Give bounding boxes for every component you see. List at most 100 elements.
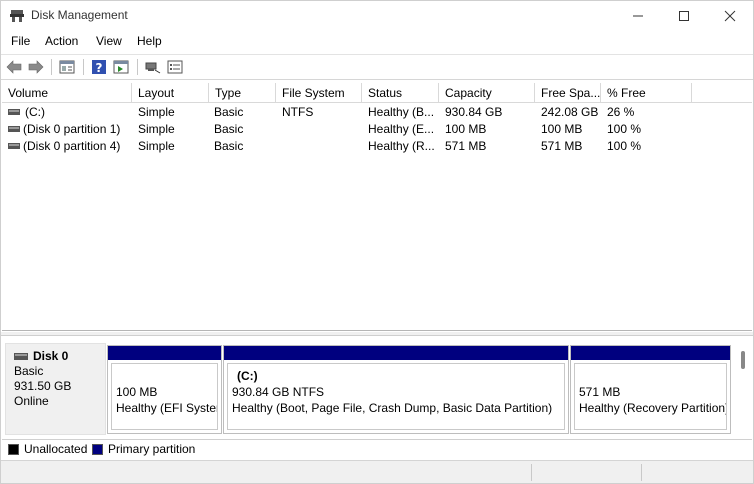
column-file-system[interactable]: File System [276,83,362,103]
cell-type: Basic [214,122,244,136]
partition-status: Healthy (Boot, Page File, Crash Dump, Ba… [232,401,553,415]
partition-efi[interactable]: 100 MB Healthy (EFI System Partition) [107,345,222,434]
close-button[interactable] [707,1,753,31]
table-row[interactable]: (C:) Simple Basic NTFS Healthy (B... 930… [2,104,752,121]
console-tree-button[interactable] [111,58,131,76]
title-bar: Disk Management [1,1,753,31]
disk-0-label[interactable]: Disk 0 Basic 931.50 GB Online [5,343,106,435]
help-icon: ? [92,60,106,75]
disk-name: Disk 0 [33,349,69,363]
properties-icon [59,60,75,74]
cell-percent-free: 100 % [607,139,642,153]
cell-layout: Simple [138,105,175,119]
maximize-icon [679,11,689,21]
menu-view[interactable]: View [94,34,124,48]
legend-unallocated: Unallocated [8,442,87,456]
cell-type: Basic [214,105,244,119]
column-capacity[interactable]: Capacity [439,83,535,103]
disk-management-app-icon [10,10,24,22]
cell-volume: (Disk 0 partition 1) [23,122,121,136]
cell-percent-free: 26 % [607,105,635,119]
graph-scrollbar[interactable] [737,347,749,435]
disk-management-window: Disk Management File Action View Help ? [0,0,754,484]
cell-free-space: 242.08 GB [541,105,599,119]
pane-splitter[interactable] [1,332,753,336]
primary-swatch [92,443,103,455]
column-status[interactable]: Status [362,83,439,103]
forward-arrow-icon [28,60,44,74]
primary-partition-bar [571,346,730,360]
legend-unallocated-label: Unallocated [24,442,88,456]
column-free-space[interactable]: Free Spa... [535,83,601,103]
cell-type: Basic [214,139,244,153]
column-layout[interactable]: Layout [132,83,209,103]
minimize-icon [633,15,643,17]
primary-partition-bar [224,346,568,360]
status-separator [531,464,532,481]
table-row[interactable]: (Disk 0 partition 1) Simple Basic Health… [2,121,752,138]
table-row[interactable]: (Disk 0 partition 4) Simple Basic Health… [2,138,752,155]
partition-details: (C:) 930.84 GB NTFS Healthy (Boot, Page … [227,363,565,430]
cell-percent-free: 100 % [607,122,642,136]
svg-text:?: ? [96,61,103,75]
cell-status: Healthy (B... [368,105,435,119]
partition-details: 100 MB Healthy (EFI System Partition) [111,363,218,430]
toolbar-separator [83,59,84,75]
maximize-button[interactable] [661,1,707,31]
help-button[interactable]: ? [89,58,109,76]
cell-capacity: 930.84 GB [445,105,503,119]
volume-icon [8,126,20,132]
rescan-icon [145,62,161,74]
cell-free-space: 571 MB [541,139,583,153]
volume-list: Volume Layout Type File System Status Ca… [2,83,752,331]
toolbar: ? [1,54,753,80]
disk-icon [14,353,28,360]
rescan-button[interactable] [143,58,163,76]
primary-partition-bar [108,346,221,360]
column-percent-free[interactable]: % Free [601,83,692,103]
console-tree-icon [113,60,129,74]
partition-details: 571 MB Healthy (Recovery Partition) [574,363,727,430]
cell-free-space: 100 MB [541,122,583,136]
cell-file-system [282,121,360,138]
column-volume[interactable]: Volume [2,83,132,103]
status-bar [1,460,753,483]
cell-status: Healthy (R... [368,139,435,153]
partition-size: 100 MB [116,385,158,399]
settings-list-button[interactable] [165,58,185,76]
minimize-button[interactable] [615,1,661,31]
disk-type: Basic [14,364,44,378]
cell-volume: (C:) [25,105,45,119]
properties-button[interactable] [57,58,77,76]
toolbar-separator [51,59,52,75]
disk-title: Disk 0 [14,349,105,364]
partition-name [116,368,213,384]
cell-status: Healthy (E... [368,122,435,136]
scrollbar-thumb[interactable] [741,351,745,369]
cell-volume: (Disk 0 partition 4) [23,139,121,153]
toolbar-separator [137,59,138,75]
volume-icon [8,143,20,149]
back-button[interactable] [4,58,24,76]
cell-layout: Simple [138,139,175,153]
partition-name: (C:) [237,369,258,383]
window-title: Disk Management [31,8,128,22]
cell-capacity: 100 MB [445,122,487,136]
partition-c[interactable]: (C:) 930.84 GB NTFS Healthy (Boot, Page … [223,345,569,434]
menu-file[interactable]: File [9,34,32,48]
partition-recovery[interactable]: 571 MB Healthy (Recovery Partition) [570,345,731,434]
cell-file-system [282,138,360,155]
settings-list-icon [167,60,183,74]
status-separator [641,464,642,481]
menu-action[interactable]: Action [43,34,80,48]
cell-capacity: 571 MB [445,139,487,153]
volume-icon [8,109,20,115]
disk-graphical-view: Disk 0 Basic 931.50 GB Online 100 MB Hea… [2,337,752,439]
partition-name [579,368,722,384]
column-type[interactable]: Type [209,83,276,103]
close-icon [724,10,736,22]
menu-help[interactable]: Help [135,34,164,48]
forward-button[interactable] [26,58,46,76]
unallocated-swatch [8,443,19,455]
cell-layout: Simple [138,122,175,136]
